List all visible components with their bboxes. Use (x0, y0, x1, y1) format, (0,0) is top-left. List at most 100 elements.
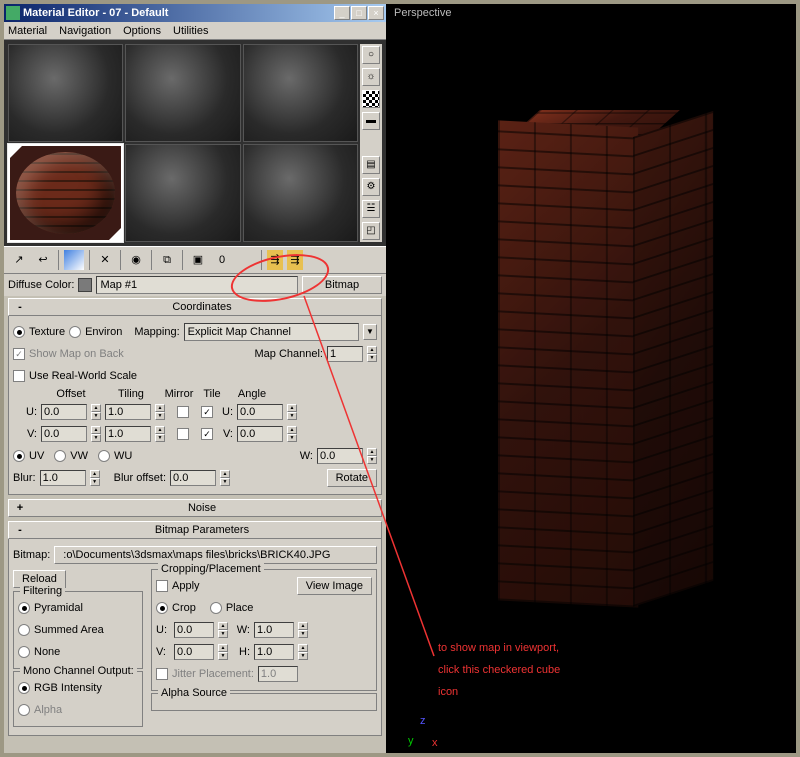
bitmap-path-button[interactable]: :o\Documents\3dsmax\maps files\bricks\BR… (54, 546, 377, 564)
u-tile-checkbox[interactable]: ✓ (201, 406, 213, 418)
delete-icon[interactable]: ✕ (94, 249, 116, 271)
spinner[interactable]: ▲▼ (218, 622, 228, 638)
blur-offset-input[interactable]: 0.0 (170, 470, 216, 486)
menu-navigation[interactable]: Navigation (59, 25, 111, 37)
filtering-legend: Filtering (20, 585, 65, 597)
material-slot-selected[interactable] (8, 144, 123, 242)
material-slot[interactable] (8, 44, 123, 142)
noise-rollup-header[interactable]: + Noise (8, 499, 382, 517)
uv-radio[interactable] (13, 450, 25, 462)
backlight-icon[interactable]: ☼ (362, 68, 380, 86)
apply-label: Apply (172, 580, 200, 592)
map-channel-input[interactable]: 1 (327, 346, 363, 362)
map-name-field[interactable]: Map #1 (96, 276, 298, 294)
rgb-radio[interactable] (18, 682, 30, 694)
vw-radio[interactable] (54, 450, 66, 462)
rgb-label: RGB Intensity (34, 682, 102, 694)
maximize-button[interactable]: □ (351, 6, 367, 20)
u-angle-input[interactable]: 0.0 (237, 404, 283, 420)
spinner[interactable]: ▲▼ (287, 426, 297, 442)
close-button[interactable]: × (368, 6, 384, 20)
options-icon[interactable]: ⚙ (362, 178, 380, 196)
sample-slots: ○ ☼ ▬ ▤ ⚙ ☱ ◰ (4, 40, 386, 246)
v-angle-input[interactable]: 0.0 (237, 426, 283, 442)
summed-radio[interactable] (18, 624, 30, 636)
get-material-icon[interactable]: ↗ (8, 249, 30, 271)
mapping-dropdown[interactable]: Explicit Map Channel (184, 323, 359, 341)
make-unique-icon[interactable]: ◉ (125, 249, 147, 271)
real-world-checkbox[interactable] (13, 370, 25, 382)
map-type-button[interactable]: Bitmap (302, 276, 382, 294)
show-map-label: Show Map on Back (29, 348, 124, 360)
preset-icon[interactable]: ☱ (362, 200, 380, 218)
show-map-in-viewport-icon[interactable] (235, 249, 257, 271)
v-tile-checkbox[interactable]: ✓ (201, 428, 213, 440)
spinner[interactable]: ▲▼ (367, 448, 377, 464)
tiling-header: Tiling (101, 388, 161, 400)
material-slot[interactable] (125, 144, 240, 242)
spinner[interactable]: ▲▼ (91, 404, 101, 420)
v-tiling-input[interactable]: 1.0 (105, 426, 151, 442)
spinner[interactable]: ▲▼ (155, 404, 165, 420)
perspective-viewport[interactable]: Perspective z y x to show map in viewpor… (388, 4, 796, 753)
crop-radio[interactable] (156, 602, 168, 614)
environ-radio[interactable] (69, 326, 81, 338)
v-mirror-checkbox[interactable] (177, 428, 189, 440)
go-to-parent-icon[interactable]: ⇶ (266, 249, 284, 271)
brick-pillar-object[interactable] (498, 84, 708, 624)
spinner[interactable]: ▲▼ (298, 644, 308, 660)
rotate-button[interactable]: Rotate (327, 469, 377, 487)
spinner[interactable]: ▲▼ (367, 346, 377, 362)
apply-checkbox[interactable] (156, 580, 168, 592)
v-offset-input[interactable]: 0.0 (41, 426, 87, 442)
go-forward-icon[interactable]: ⇶ (286, 249, 304, 271)
none-radio[interactable] (18, 646, 30, 658)
menu-utilities[interactable]: Utilities (173, 25, 208, 37)
jitter-label: Jitter Placement: (172, 668, 254, 680)
sample-type-icon[interactable]: ○ (362, 46, 380, 64)
u-mirror-checkbox[interactable] (177, 406, 189, 418)
pyramidal-radio[interactable] (18, 602, 30, 614)
w-angle-input[interactable]: 0.0 (317, 448, 363, 464)
view-image-button[interactable]: View Image (297, 577, 372, 595)
crop-w-input[interactable]: 1.0 (254, 622, 294, 638)
sample-uv-icon[interactable]: ▬ (362, 112, 380, 130)
spinner[interactable]: ▲▼ (220, 470, 230, 486)
place-radio[interactable] (210, 602, 222, 614)
menu-material[interactable]: Material (8, 25, 47, 37)
material-slot[interactable] (243, 44, 358, 142)
background-icon[interactable] (362, 90, 380, 108)
texture-radio[interactable] (13, 326, 25, 338)
put-to-scene-icon[interactable]: ↩ (32, 249, 54, 271)
crop-v-input[interactable]: 0.0 (174, 644, 214, 660)
color-swatch[interactable] (78, 278, 92, 292)
crop-u-input[interactable]: 0.0 (174, 622, 214, 638)
assign-to-selection-icon[interactable] (63, 249, 85, 271)
spinner[interactable]: ▲▼ (287, 404, 297, 420)
slot-layout-icon[interactable]: ◰ (362, 222, 380, 240)
spinner[interactable]: ▲▼ (91, 426, 101, 442)
wu-radio[interactable] (98, 450, 110, 462)
u-offset-input[interactable]: 0.0 (41, 404, 87, 420)
video-check-icon[interactable]: ▤ (362, 156, 380, 174)
spinner[interactable]: ▲▼ (218, 644, 228, 660)
bitmap-params-rollup-header[interactable]: - Bitmap Parameters (8, 521, 382, 539)
coordinates-rollup-header[interactable]: - Coordinates (8, 298, 382, 316)
texture-label: Texture (29, 326, 65, 338)
menu-options[interactable]: Options (123, 25, 161, 37)
spinner[interactable]: ▲▼ (155, 426, 165, 442)
u-tiling-input[interactable]: 1.0 (105, 404, 151, 420)
material-slot[interactable] (243, 144, 358, 242)
material-slot[interactable] (125, 44, 240, 142)
separator (58, 250, 59, 270)
spinner[interactable]: ▲▼ (298, 622, 308, 638)
material-id-icon[interactable]: ▣ (187, 249, 209, 271)
minimize-button[interactable]: _ (334, 6, 350, 20)
spinner[interactable]: ▲▼ (90, 470, 100, 486)
show-end-result-icon[interactable]: 0 (211, 249, 233, 271)
blur-input[interactable]: 1.0 (40, 470, 86, 486)
map-channel-label: Map Channel: (255, 348, 324, 360)
crop-h-input[interactable]: 1.0 (254, 644, 294, 660)
put-library-icon[interactable]: ⧉ (156, 249, 178, 271)
dropdown-arrow-icon[interactable]: ▼ (363, 324, 377, 340)
